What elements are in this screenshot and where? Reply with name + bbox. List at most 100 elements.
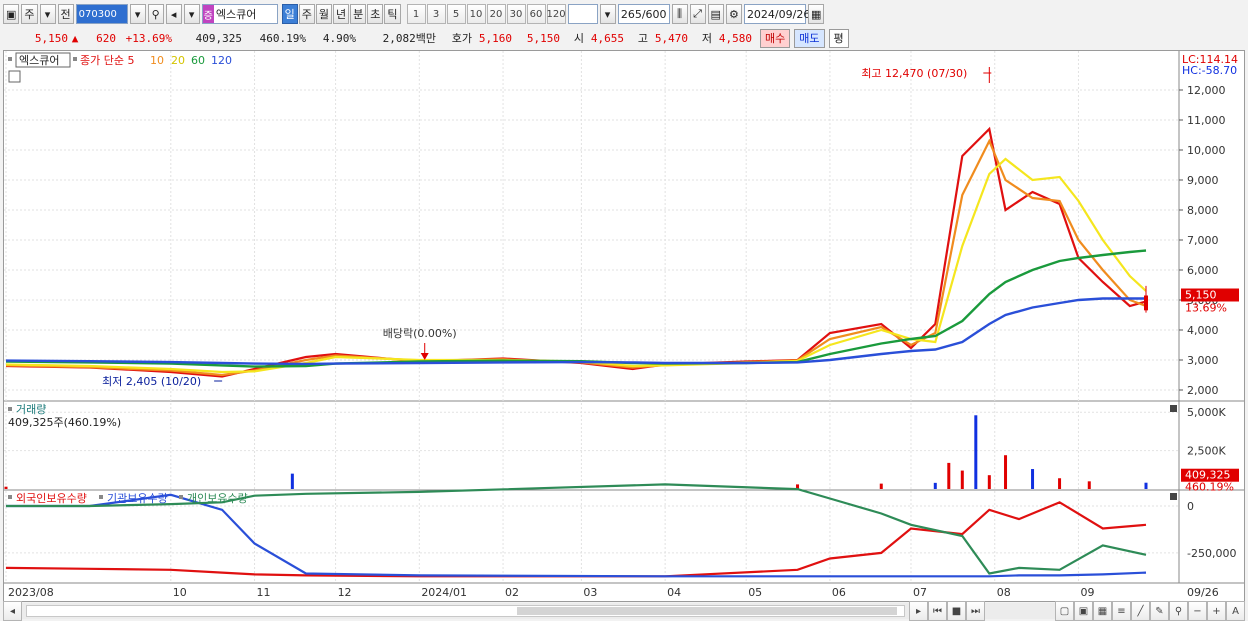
grid-icon[interactable]: ▦ [1093, 601, 1112, 621]
calendar-icon[interactable]: ▦ [807, 4, 825, 24]
volume-bar [933, 482, 937, 489]
date-input[interactable]: 2024/09/26 [743, 4, 810, 24]
chart-area[interactable]: 2023/08 10 11 12 2024/01 02 03 04 05 06 07 08 09 09/2… [3, 50, 1245, 602]
interval-tab-60[interactable]: 60 [526, 4, 546, 24]
stock-code-input[interactable]: 070300 [75, 4, 128, 24]
low-label: 저 [701, 32, 712, 45]
stock-tag: 증 [202, 5, 214, 23]
period-tab-1[interactable]: 주 [298, 4, 315, 24]
chart-window: ▣ 주 ▾ 전 070300 ▾ ⚲ ◂ ▾ 증 엑스큐어 일주월년분초틱 135… [0, 0, 1248, 621]
legend-ma120: 120 [211, 54, 232, 67]
font-icon[interactable]: A [1226, 601, 1245, 621]
search-icon[interactable]: ⚲ [147, 4, 164, 24]
period-tab-6[interactable]: 틱 [384, 4, 401, 24]
interval-tab-3[interactable]: 3 [426, 4, 446, 24]
scroll-track[interactable] [26, 605, 905, 617]
save-icon[interactable]: ▤ [707, 4, 724, 24]
last-candle [1144, 295, 1148, 311]
legend-ma20: 20 [171, 54, 185, 67]
hc-label: HC:-58.70 [1182, 64, 1237, 77]
bid-label: 호가 [451, 32, 472, 45]
investor-line-1 [6, 493, 1147, 578]
magnify-icon[interactable]: ⚲ [1169, 601, 1188, 621]
draw-tool-icon[interactable]: ✎ [1150, 601, 1169, 621]
window-icon[interactable]: ▣ [3, 4, 20, 24]
change-percent: +13.69% [125, 31, 172, 45]
legend-ma60: 60 [191, 54, 205, 67]
x-tick-label: 06 [832, 586, 846, 599]
investor-line-0 [5, 501, 1147, 578]
zoom-in-icon[interactable]: + [1207, 601, 1226, 621]
interval-dropdown-icon[interactable]: ▾ [599, 4, 616, 24]
interval-tab-1[interactable]: 1 [406, 4, 426, 24]
high-price: 5,470 [654, 31, 688, 45]
scroll-thumb[interactable] [517, 607, 897, 615]
vol-tick-label: 5,000K [1187, 406, 1226, 419]
x-tick-label: 10 [173, 586, 187, 599]
arrange-icon[interactable]: ≡ [1112, 601, 1131, 621]
gear-icon[interactable]: ⚙ [725, 4, 742, 24]
inv-tick-label: -250,000 [1187, 547, 1236, 560]
turnover-rate: 4.90% [322, 31, 356, 45]
y-tick-label: 11,000 [1187, 114, 1226, 127]
interval-tab-10[interactable]: 10 [466, 4, 486, 24]
code-dropdown-icon[interactable]: ▾ [129, 4, 146, 24]
eval-button[interactable]: 평 [828, 28, 849, 48]
scroll-right-icon[interactable]: ▸ [909, 601, 928, 621]
sell-button[interactable]: 매도 [794, 28, 825, 48]
x-tick-label: 12 [338, 586, 352, 599]
period-tab-3[interactable]: 년 [333, 4, 350, 24]
interval-tab-5[interactable]: 5 [446, 4, 466, 24]
period-tab-2[interactable]: 월 [315, 4, 333, 24]
volume-subtitle: 409,325주(460.19%) [8, 416, 121, 429]
layout2-icon[interactable]: ▣ [1074, 601, 1093, 621]
dropdown-arrow-icon[interactable]: ▾ [39, 4, 56, 24]
period-tab-4[interactable]: 분 [350, 4, 367, 24]
zoom-out-icon[interactable]: − [1188, 601, 1207, 621]
investor-legend-0: 외국인보유수량 [16, 492, 87, 505]
sound-icon[interactable]: ◂ [165, 4, 182, 24]
market-select[interactable]: 주 [21, 4, 38, 24]
volume-bar [1144, 482, 1148, 489]
period-tab-5[interactable]: 초 [367, 4, 384, 24]
first-page-icon[interactable]: ⏮ [928, 601, 947, 621]
inv-tick-label: 0 [1187, 500, 1194, 513]
stop-icon[interactable]: ■ [947, 601, 966, 621]
trade-amount: 2,082백만 [382, 32, 436, 45]
legend-stock-name: 엑스큐어 [19, 54, 59, 67]
candle-type-icon[interactable]: ⫼ [671, 4, 688, 24]
custom-interval-input[interactable] [567, 4, 598, 24]
buy-button[interactable]: 매수 [760, 28, 791, 48]
price-change: 620 [96, 31, 116, 45]
ma-line-1 [5, 138, 1147, 377]
chart-svg[interactable]: 2023/08 10 11 12 2024/01 02 03 04 05 06 07 08 09 09/2… [4, 51, 1244, 601]
last-pct-label: 13.69% [1185, 302, 1227, 315]
period-tabs: 일주월년분초틱 [281, 4, 401, 24]
volume-bar [4, 486, 8, 489]
count-input[interactable]: 265/600 [617, 4, 670, 24]
x-tick-label: 07 [913, 586, 927, 599]
bid-price: 5,150 [526, 31, 560, 45]
period-tab-0[interactable]: 일 [281, 4, 298, 24]
vol-close-icon [1170, 405, 1177, 412]
zoom-icon[interactable]: ⤢ [689, 4, 706, 24]
vol-ratio-label: 460.19% [1185, 481, 1234, 494]
interval-tab-30[interactable]: 30 [506, 4, 526, 24]
stock-name-field[interactable]: 증 엑스큐어 [201, 4, 278, 24]
y-tick-label: 9,000 [1187, 174, 1219, 187]
x-tick-label: 2024/01 [421, 586, 467, 599]
legend-marker [8, 57, 12, 61]
interval-tab-20[interactable]: 20 [486, 4, 506, 24]
legend-ma10: 10 [150, 54, 164, 67]
scroll-left-icon[interactable]: ◂ [3, 601, 22, 621]
line-tool-icon[interactable]: ╱ [1131, 601, 1150, 621]
sound-dropdown-icon[interactable]: ▾ [183, 4, 200, 24]
market-label: 주 [24, 8, 35, 21]
volume-bar [1058, 478, 1062, 489]
last-page-icon[interactable]: ⏭ [966, 601, 985, 621]
y-tick-label: 4,000 [1187, 324, 1219, 337]
interval-tab-120[interactable]: 120 [546, 4, 566, 24]
layout-icon[interactable]: ▢ [1055, 601, 1074, 621]
bottom-scrollbar[interactable]: ◂ ▸ ⏮ ■ ⏭ ▢ ▣ ▦ ≡ ╱ ✎ ⚲ − + A [3, 601, 1245, 621]
prev-button[interactable]: 전 [57, 4, 74, 24]
